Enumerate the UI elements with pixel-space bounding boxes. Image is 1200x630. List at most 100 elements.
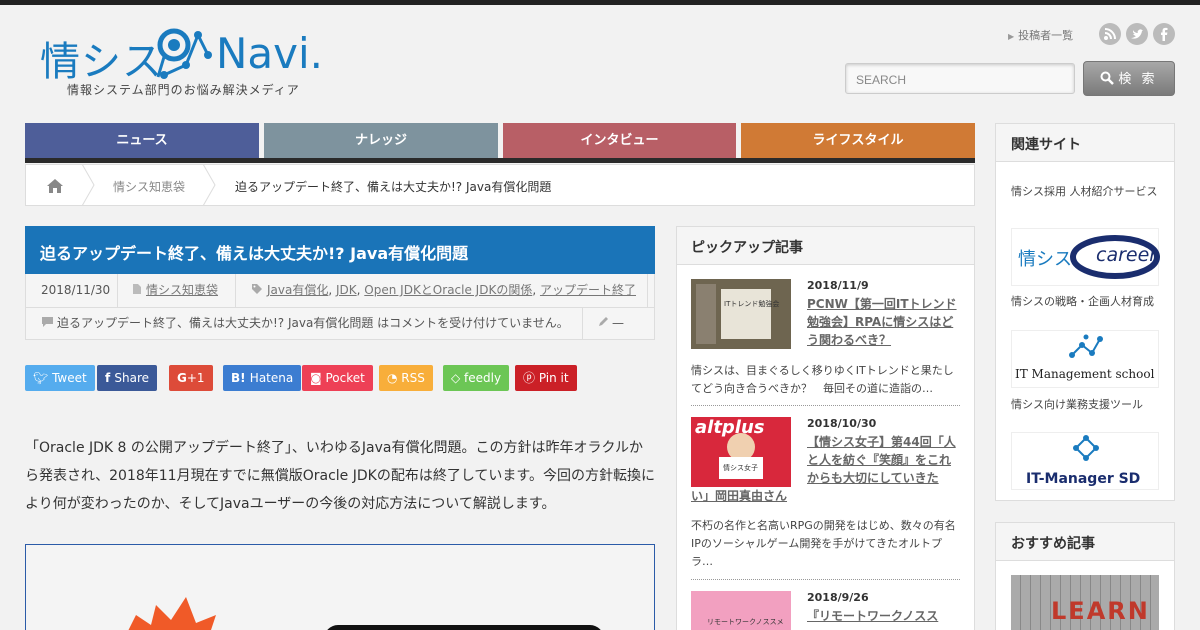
meta-divider	[235, 274, 236, 307]
main-nav: ニュース ナレッジ インタビュー ライフスタイル	[25, 123, 975, 164]
top-bar	[0, 0, 1200, 5]
hero-illustration	[128, 597, 601, 630]
related-label[interactable]: 情シス採用 人材紹介サービス	[1011, 183, 1158, 199]
breadcrumb: 情シス知恵袋 迫るアップデート終了、備えは大丈夫か!? Java有償化問題	[25, 164, 975, 206]
pickup-separator	[691, 579, 960, 580]
pickup-separator	[691, 405, 960, 406]
breadcrumb-separator	[202, 164, 216, 206]
tag-icon	[252, 284, 262, 294]
share-label: Pin it	[538, 371, 569, 385]
logo-network-icon	[156, 28, 212, 79]
thumbnail-text: リモートワークノススメ	[707, 618, 784, 626]
tag-link[interactable]: Java有償化	[267, 283, 328, 297]
facebook-icon: f	[105, 371, 115, 385]
breadcrumb-item-current: 迫るアップデート終了、備えは大丈夫か!? Java有償化問題	[235, 180, 552, 194]
pocket-icon: ◙	[310, 371, 326, 385]
search-input[interactable]: SEARCH	[845, 63, 1075, 94]
rss-icon[interactable]	[1099, 23, 1121, 45]
article-category-link: 情シス知恵袋	[146, 283, 219, 297]
site-logo[interactable]: 情シス Navi. 情報システム部門のお悩み解決メディア	[40, 25, 330, 100]
related-label[interactable]: 情シスの戦略・企画人材育成	[1011, 293, 1154, 309]
comment-icon	[42, 317, 53, 327]
contributors-link-label: 投稿者一覧	[1018, 29, 1074, 42]
banner-text: 情シス	[1018, 249, 1072, 270]
article-tags: Java有償化, JDK, Open JDKとOracle JDKの関係, アッ…	[251, 274, 636, 307]
tweet-button[interactable]: 🐦︎ Tweet	[25, 365, 95, 391]
nav-item-interview[interactable]: インタビュー	[503, 123, 736, 158]
thumbnail-text: altplus	[695, 417, 765, 438]
pickup-title[interactable]: 【情シス女子】第44回「人と人を紡ぐ『笑顔』をこれからも大切にしていきた	[807, 433, 962, 487]
banner-text: career	[1096, 244, 1158, 266]
thumbnail-text: LEARN	[1051, 597, 1150, 625]
recommended-thumbnail[interactable]: LEARN	[1011, 575, 1159, 630]
home-icon[interactable]	[46, 178, 64, 194]
pickup-thumbnail[interactable]: リモートワークノススメ	[691, 591, 791, 630]
share-label: +1	[186, 371, 205, 385]
pickup-thumbnail[interactable]: altplus 情シス女子	[691, 417, 791, 487]
comment-note: 迫るアップデート終了、備えは大丈夫か!? Java有償化問題 はコメントを受け付…	[41, 307, 569, 340]
article-date: 2018/11/30	[41, 283, 111, 297]
share-label: feedly	[464, 371, 502, 385]
banner-text: IT Management school	[1015, 367, 1155, 381]
pickup-title[interactable]: 『リモートワークノスス	[807, 607, 962, 625]
share-label: Pocket	[325, 371, 365, 385]
search-icon	[1100, 71, 1115, 85]
pickup-thumbnail[interactable]: ITトレンド勉強会	[691, 279, 791, 349]
pickup-title-continued[interactable]: い」岡田真由さん	[691, 487, 961, 505]
logo-tagline: 情報システム部門のお悩み解決メディア	[67, 83, 300, 97]
pickup-date: 2018/9/26	[807, 591, 869, 604]
pickup-desc: 不朽の名作と名高いRPGの開発をはじめ、数々の有名IPのソーシャルゲーム開発を手…	[691, 519, 956, 568]
twitter-icon: 🐦︎	[33, 371, 53, 385]
pinterest-button[interactable]: ⓟ Pin it	[515, 365, 577, 391]
tag-link[interactable]: JDK	[336, 283, 357, 297]
nav-item-news[interactable]: ニュース	[25, 123, 259, 158]
recommended-articles: おすすめ記事 LEARN	[995, 522, 1175, 630]
network-logo-icon	[1073, 435, 1099, 461]
pickup-title[interactable]: PCNW【第一回ITトレンド勉強会】RPAに情シスはどう関わるべき？	[807, 295, 962, 349]
logo-text: 情シス	[40, 39, 163, 85]
hatena-button[interactable]: B! Hatena	[223, 365, 302, 391]
breadcrumb-item-category[interactable]: 情シス知恵袋	[113, 178, 185, 195]
it-manager-sd-banner[interactable]: IT-Manager SD	[1011, 432, 1159, 490]
pocket-button[interactable]: ◙ Pocket	[302, 365, 373, 391]
twitter-icon[interactable]	[1126, 23, 1148, 45]
it-management-school-banner[interactable]: IT Management school	[1011, 330, 1159, 388]
facebook-share-button[interactable]: f Share	[97, 365, 158, 391]
article-title: 迫るアップデート終了、備えは大丈夫か!? Java有償化問題	[25, 226, 655, 274]
thumbnail-text: ITトレンド勉強会	[724, 300, 780, 308]
facebook-icon[interactable]	[1153, 23, 1175, 45]
related-label[interactable]: 情シス向け業務支援ツール	[1011, 396, 1143, 412]
nav-item-lifestyle[interactable]: ライフスタイル	[741, 123, 975, 158]
tag-link[interactable]: アップデート終了	[540, 283, 636, 297]
meta-divider	[582, 307, 583, 340]
article-meta: 2018/11/30 情シス知恵袋 Java有償化, JDK, Open JDK…	[25, 274, 655, 340]
thumbnail-text: 情シス女子	[723, 464, 758, 472]
related-heading: 関連サイト	[996, 124, 1174, 162]
feedly-button[interactable]: ◇ feedly	[443, 365, 510, 391]
meta-divider	[117, 274, 118, 307]
pickup-desc: 情シスは、目まぐるしく移りゆくITトレンドと果たしてどう向き合うべきか？ 毎回そ…	[691, 364, 954, 395]
tag-link[interactable]: Open JDKとOracle JDKの関係	[364, 283, 532, 297]
pickup-heading: ピックアップ記事	[677, 227, 974, 265]
share-label: Tweet	[52, 371, 87, 385]
article-category[interactable]: 情シス知恵袋	[132, 274, 218, 307]
career-banner[interactable]: 情シス career	[1011, 228, 1160, 286]
share-label: Hatena	[249, 371, 294, 385]
contributors-link[interactable]: ▶ 投稿者一覧	[1008, 27, 1073, 43]
logo-navi: Navi.	[216, 29, 324, 78]
search-button[interactable]: 検 索	[1083, 61, 1175, 96]
nav-item-knowledge[interactable]: ナレッジ	[264, 123, 498, 158]
feedly-icon: ◇	[451, 371, 465, 385]
edit-mark: —	[612, 316, 624, 330]
triangle-right-icon: ▶	[1008, 32, 1015, 41]
google-plus-button[interactable]: G+1	[169, 365, 213, 391]
pickup-articles: ピックアップ記事 ITトレンド勉強会 2018/11/9 PCNW【第一回ITト…	[676, 226, 975, 630]
rss-button[interactable]: ◔ RSS	[379, 365, 433, 391]
network-logo-icon	[1069, 334, 1103, 358]
meta-divider	[647, 274, 648, 307]
nav-underline	[25, 158, 975, 163]
edit-link[interactable]: —	[597, 307, 624, 340]
article-body: 「Oracle JDK 8 の公開アップデート終了」、いわゆるJava有償化問題…	[25, 440, 655, 512]
comment-note-text: 迫るアップデート終了、備えは大丈夫か!? Java有償化問題 はコメントを受け付…	[57, 316, 569, 330]
article-hero-image	[25, 544, 655, 630]
